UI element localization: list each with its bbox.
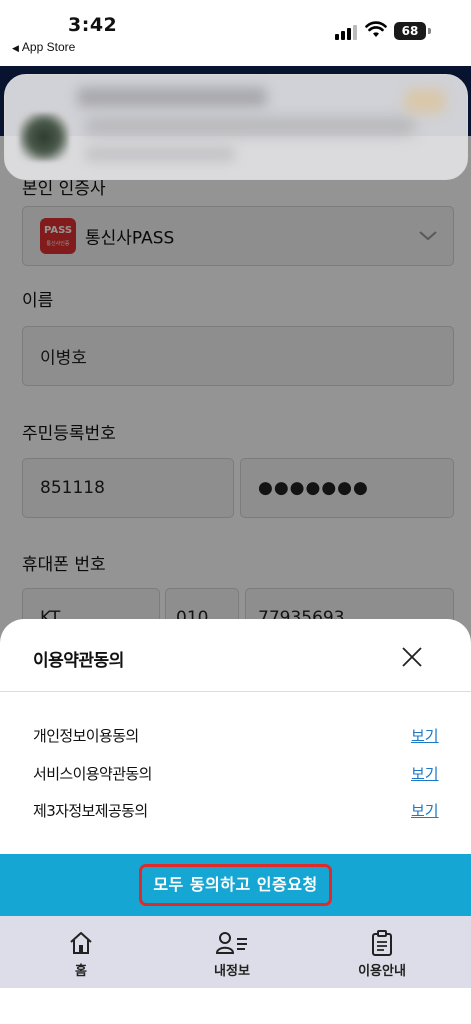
- close-icon[interactable]: [398, 643, 426, 671]
- cellular-signal-icon: [335, 24, 357, 40]
- status-time: 3:42: [68, 14, 118, 36]
- term-service-label: 서비스이용약관동의: [33, 765, 152, 783]
- notification-body-blur: [85, 117, 415, 135]
- home-icon: [70, 932, 92, 954]
- status-bar: 3:42 ◀ App Store 68: [0, 0, 471, 66]
- term-privacy-view-link[interactable]: 보기: [411, 725, 439, 746]
- term-privacy-label: 개인정보이용동의: [33, 727, 139, 745]
- bottom-tab-bar: 홈 내정보 이용안내: [0, 916, 471, 988]
- sheet-divider: [0, 691, 471, 692]
- agree-all-request-button[interactable]: 모두 동의하고 인증요청: [139, 864, 332, 906]
- battery-icon: 68: [394, 22, 426, 40]
- tab-guide-label: 이용안내: [358, 964, 406, 979]
- wifi-icon: [365, 21, 387, 37]
- notification-title-blur: [77, 87, 267, 107]
- terms-bottom-sheet: 이용약관동의 개인정보이용동의 보기 서비스이용약관동의 보기 제3자정보제공동…: [0, 619, 471, 854]
- tab-home-label: 홈: [75, 964, 87, 979]
- tab-guide[interactable]: 이용안내: [322, 916, 442, 988]
- notification-thumbnail: [19, 113, 69, 161]
- term-service-view-link[interactable]: 보기: [411, 763, 439, 784]
- tab-my-info-label: 내정보: [214, 964, 250, 979]
- home-indicator-area: [0, 988, 471, 1024]
- term-thirdparty-view-link[interactable]: 보기: [411, 800, 439, 821]
- back-app-label: App Store: [21, 40, 76, 54]
- my-info-icon: [215, 932, 247, 954]
- back-triangle-icon: ◀: [12, 43, 19, 53]
- sheet-title: 이용약관동의: [33, 651, 124, 671]
- tab-home[interactable]: 홈: [21, 916, 141, 988]
- notification-banner[interactable]: [4, 74, 468, 180]
- tab-my-info[interactable]: 내정보: [172, 916, 292, 988]
- clipboard-icon: [372, 930, 392, 956]
- battery-cap: [428, 28, 431, 34]
- term-thirdparty-label: 제3자정보제공동의: [33, 802, 148, 820]
- notification-badge-blur: [405, 89, 445, 113]
- back-to-app-link[interactable]: ◀ App Store: [12, 40, 75, 54]
- notification-body-blur: [85, 147, 235, 161]
- cta-bar: 모두 동의하고 인증요청: [0, 854, 471, 916]
